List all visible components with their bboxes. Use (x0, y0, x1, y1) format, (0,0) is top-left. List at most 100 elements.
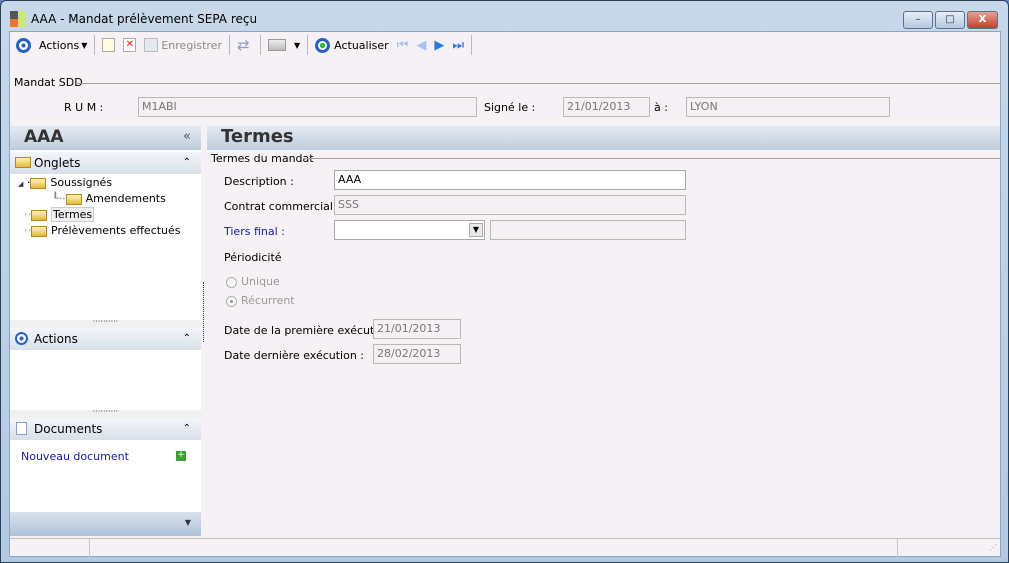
separator (94, 35, 96, 55)
splitter[interactable]: ·········· (10, 318, 201, 328)
first-execution-field[interactable]: 21/01/2013 (373, 319, 461, 339)
last-execution-label: Date dernière exécution : (224, 349, 365, 362)
first-icon: ⏮ (396, 37, 409, 53)
resize-grip-icon[interactable]: ⋰ (989, 543, 997, 552)
save-label: Enregistrer (161, 38, 222, 52)
new-document-link[interactable]: Nouveau document (21, 450, 129, 463)
radio-icon (226, 276, 237, 288)
client-area: Actions ▼ ✕ Enregistrer ⇄ ▼ Actualiser ⏮ … (9, 31, 1001, 558)
dropdown-arrow-icon[interactable]: ▼ (185, 518, 191, 527)
actions-menu[interactable]: Actions ▼ (35, 34, 91, 56)
window: AAA - Mandat prélèvement SEPA reçu – □ X… (0, 0, 1009, 563)
tree-item-termes[interactable]: ·· Termes (24, 207, 95, 222)
tiers-final-link[interactable]: Tiers final : (224, 225, 285, 238)
documents-header[interactable]: Documents ⌃ (10, 418, 201, 440)
documents-title: Documents (34, 422, 103, 436)
radio-label: Unique (241, 275, 280, 288)
group-title: Mandat SDD (14, 76, 83, 89)
app-icon (10, 11, 26, 27)
toolbar: Actions ▼ ✕ Enregistrer ⇄ ▼ Actualiser ⏮ … (10, 32, 1000, 58)
title-bar[interactable]: AAA - Mandat prélèvement SEPA reçu – □ X (1, 1, 1008, 31)
separator (471, 35, 473, 55)
tree-item-soussignes[interactable]: ◢ · Soussignés (18, 176, 112, 189)
window-title: AAA - Mandat prélèvement SEPA reçu (31, 12, 258, 26)
new-button[interactable] (98, 34, 119, 56)
document-icon (16, 422, 27, 435)
last-execution-field[interactable]: 28/02/2013 (373, 344, 461, 364)
collapse-chevron-icon[interactable]: ⌃ (183, 418, 191, 440)
sync-icon: ⇄ (236, 36, 250, 54)
vertical-splitter[interactable] (203, 282, 204, 342)
collapse-chevron-icon[interactable]: ⌃ (183, 152, 191, 174)
folder-icon (31, 225, 47, 237)
page-title: Termes (207, 126, 1000, 150)
left-panel-title: AAA (24, 127, 64, 147)
radio-unique[interactable]: Unique (226, 275, 280, 288)
tree-item-prelevements[interactable]: ·· Prélèvements effectués (24, 224, 181, 237)
status-bar: ⋰ (10, 538, 1000, 558)
actions-header[interactable]: Actions ⌃ (10, 328, 201, 350)
tiers-final-name-field[interactable] (490, 220, 686, 240)
onglets-header[interactable]: Onglets ⌃ (10, 152, 201, 174)
target-button[interactable] (12, 34, 35, 56)
contrat-label: Contrat commercial : (224, 200, 341, 213)
divider (76, 83, 1000, 84)
status-pane (10, 539, 90, 558)
previous-record-button[interactable]: ◀ (412, 34, 430, 56)
sync-button[interactable]: ⇄ (233, 34, 257, 56)
right-panel: Termes Termes du mandat Description : AA… (207, 126, 1000, 536)
actions-label: Actions (39, 38, 80, 52)
panel-footer[interactable]: ▼ (10, 512, 201, 536)
actions-title: Actions (34, 332, 78, 346)
divider (303, 158, 1000, 159)
place-field[interactable]: LYON (686, 97, 890, 117)
add-icon[interactable]: + (176, 451, 186, 461)
splitter[interactable]: ·········· (10, 408, 201, 418)
delete-button[interactable]: ✕ (119, 34, 140, 56)
first-record-button[interactable]: ⏮ (393, 34, 413, 56)
folder-icon (15, 157, 31, 168)
periodicite-label: Périodicité (224, 251, 282, 264)
chevron-down-icon[interactable]: ▼ (469, 223, 483, 237)
onglets-title: Onglets (34, 156, 81, 170)
print-button[interactable]: ▼ (264, 34, 304, 56)
new-document-icon (102, 38, 116, 52)
separator (307, 35, 309, 55)
dropdown-arrow-icon: ▼ (293, 40, 301, 50)
rum-field[interactable]: M1ABI (138, 97, 477, 117)
radio-label: Récurrent (241, 294, 295, 307)
next-icon: ▶ (434, 37, 445, 53)
collapse-chevron-icon[interactable]: ⌃ (183, 328, 191, 350)
maximize-button[interactable]: □ (935, 11, 965, 29)
signed-label: Signé le : (484, 101, 536, 114)
description-field[interactable]: AAA (334, 170, 686, 190)
last-record-button[interactable]: ⏭ (448, 34, 468, 56)
save-button[interactable]: Enregistrer (140, 34, 226, 56)
folder-open-icon (31, 209, 47, 221)
save-icon (144, 38, 159, 52)
folder-icon (65, 193, 82, 205)
delete-icon: ✕ (123, 38, 137, 52)
refresh-icon (315, 37, 331, 53)
close-button[interactable]: X (967, 11, 998, 29)
signed-date-field[interactable]: 21/01/2013 (563, 97, 650, 117)
minimize-button[interactable]: – (903, 11, 933, 29)
folder-icon (30, 177, 47, 189)
last-icon: ⏭ (452, 37, 465, 53)
left-panel: AAA « Onglets ⌃ ◢ · Soussignés ┖·· Amendemen… (10, 126, 201, 536)
tiers-final-combo[interactable] (334, 220, 485, 240)
separator (228, 35, 230, 55)
target-icon (15, 332, 28, 345)
next-record-button[interactable]: ▶ (430, 34, 448, 56)
radio-recurrent[interactable]: Récurrent (226, 294, 295, 307)
tree-item-amendements[interactable]: ┖·· Amendements (52, 192, 166, 205)
collapse-panel-button[interactable]: « (183, 126, 191, 148)
expand-triangle-icon[interactable]: ◢ (18, 180, 23, 188)
contrat-field[interactable]: SSS (334, 195, 686, 215)
printer-icon (267, 39, 286, 51)
left-panel-header: AAA « (10, 126, 201, 150)
at-label: à : (654, 101, 668, 114)
tree-label: Soussignés (50, 176, 113, 189)
separator (259, 35, 261, 55)
refresh-button[interactable]: Actualiser (311, 34, 393, 56)
